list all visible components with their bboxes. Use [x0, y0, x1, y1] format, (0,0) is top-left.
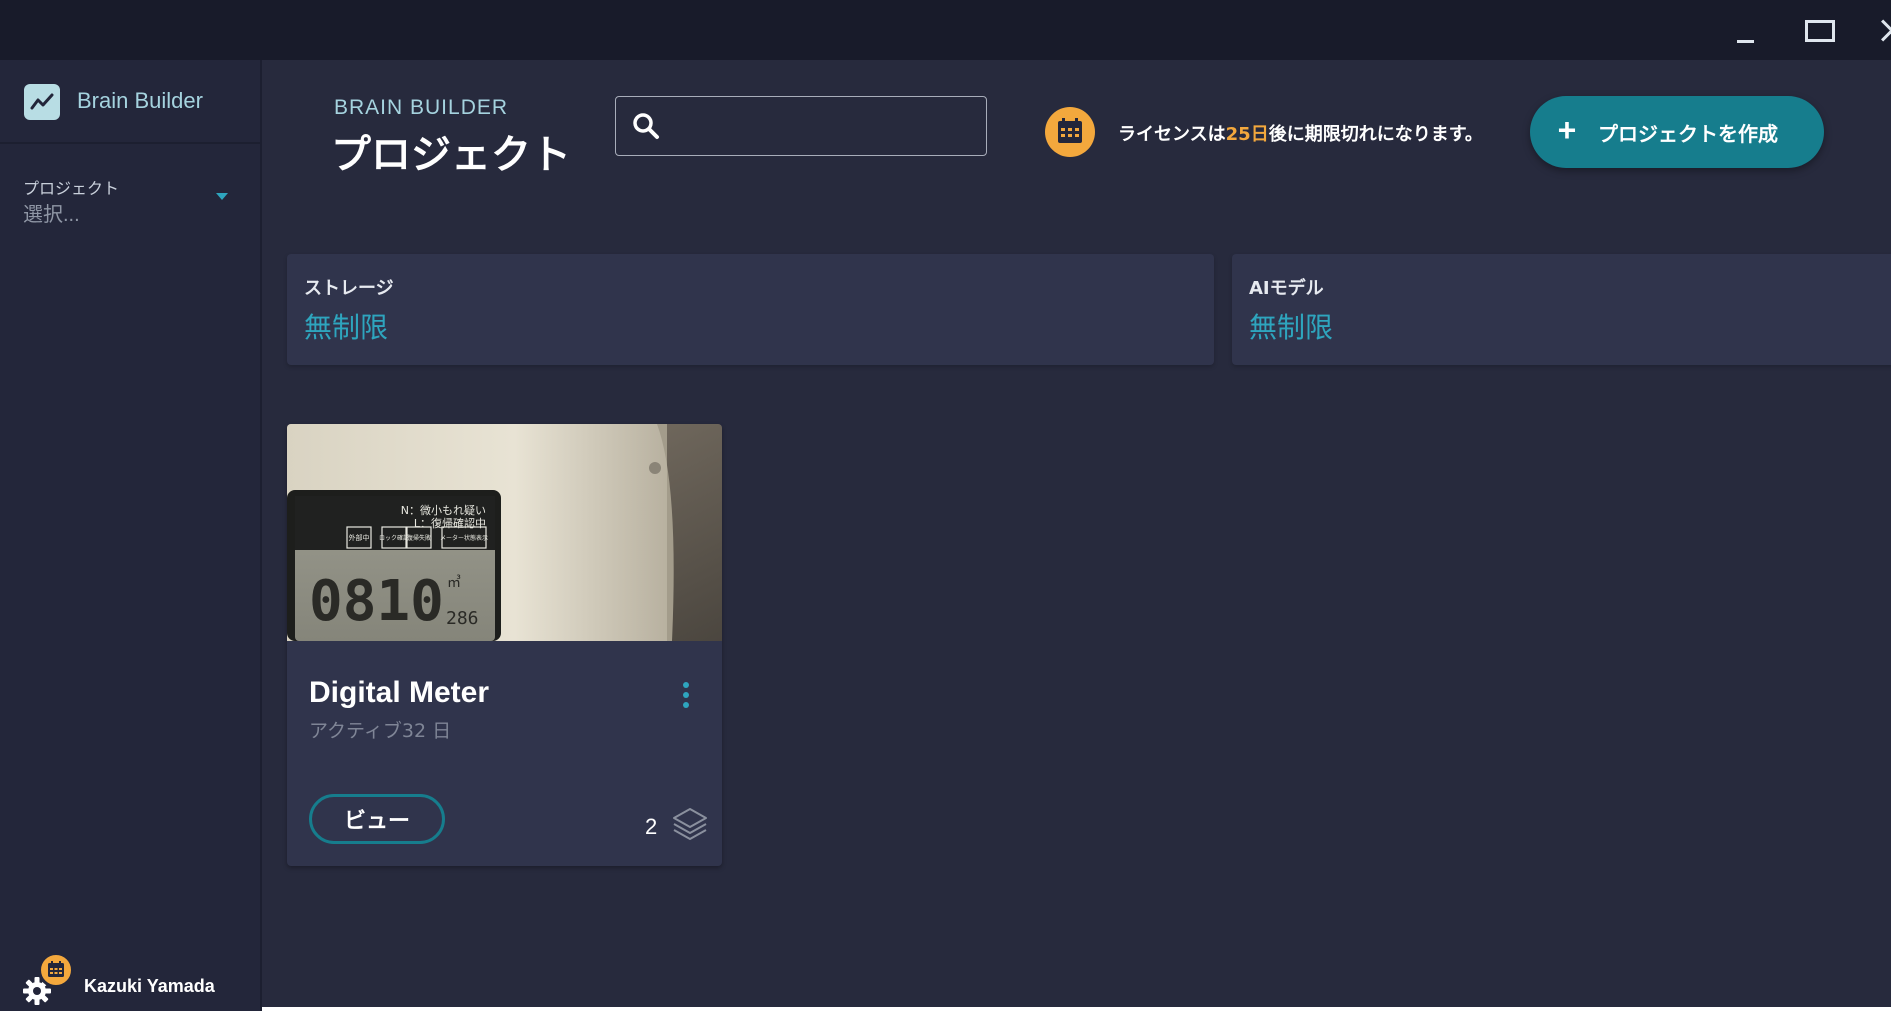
- project-title: Digital Meter: [309, 676, 490, 709]
- title-bar: [0, 0, 1891, 60]
- calendar-icon: [1045, 107, 1095, 157]
- license-notice: ライセンスは25日後に期限切れになります。: [1118, 120, 1483, 146]
- license-prefix: ライセンスは: [1118, 124, 1226, 145]
- sidebar: Brain Builder プロジェクト 選択... Kazuki Yamada: [0, 60, 262, 1011]
- meter-reading: 0810: [309, 569, 444, 634]
- search-icon: [630, 110, 662, 142]
- project-select[interactable]: 選択...: [23, 198, 80, 227]
- meter-decimal: 286: [446, 608, 479, 629]
- project-card[interactable]: N：微小もれ疑い L：復帰確認中 外部中 ロック確認 復帰失敗 メーター状態表示…: [287, 424, 722, 866]
- ai-model-card: AIモデル 無制限: [1232, 254, 1891, 365]
- view-button[interactable]: ビュー: [309, 794, 445, 844]
- calendar-icon: [38, 952, 74, 988]
- label-c: 復帰失敗: [407, 534, 431, 542]
- create-project-button[interactable]: + プロジェクトを作成: [1530, 96, 1824, 168]
- storage-value: 無制限: [304, 311, 389, 344]
- layers-icon: [670, 805, 710, 843]
- panel-text-2: L：復帰確認中: [414, 516, 486, 530]
- user-area: Kazuki Yamada: [0, 940, 260, 1011]
- license-suffix: 後に期限切れになります。: [1268, 124, 1483, 145]
- create-project-label: プロジェクトを作成: [1598, 122, 1778, 146]
- ai-model-value: 無制限: [1249, 311, 1334, 344]
- more-vertical-icon[interactable]: [675, 678, 697, 712]
- trend-line-icon: [24, 84, 60, 120]
- panel-text-1: N：微小もれ疑い: [401, 503, 486, 517]
- plus-icon: +: [1557, 112, 1577, 148]
- project-activity: アクティブ32 日: [309, 720, 452, 742]
- project-thumbnail[interactable]: N：微小もれ疑い L：復帰確認中 外部中 ロック確認 復帰失敗 メーター状態表示…: [287, 424, 722, 641]
- chevron-down-icon[interactable]: [214, 191, 230, 203]
- storage-card: ストレージ 無制限: [287, 254, 1214, 365]
- brand-name: Brain Builder: [77, 88, 203, 113]
- minimize-icon[interactable]: [1728, 14, 1762, 46]
- label-d: メーター状態表示: [440, 534, 488, 542]
- layer-count: 2: [645, 814, 658, 839]
- label-b: ロック確認: [379, 534, 409, 542]
- meter-unit: ㎥: [447, 575, 461, 591]
- license-days: 25日: [1225, 124, 1269, 145]
- ai-model-label: AIモデル: [1249, 278, 1324, 299]
- storage-label: ストレージ: [304, 278, 394, 299]
- page-title: プロジェクト: [331, 132, 571, 178]
- search-input[interactable]: [674, 107, 974, 145]
- maximize-icon[interactable]: [1800, 14, 1835, 46]
- project-select-label: プロジェクト: [23, 181, 120, 198]
- label-a: 外部中: [349, 533, 370, 542]
- sidebar-brand[interactable]: Brain Builder: [0, 60, 260, 144]
- search-box[interactable]: [615, 96, 987, 156]
- close-icon[interactable]: [1868, 14, 1891, 46]
- bottom-border: [262, 1007, 1891, 1011]
- user-name: Kazuki Yamada: [84, 976, 215, 996]
- header-brand: BRAIN BUILDER: [334, 96, 509, 119]
